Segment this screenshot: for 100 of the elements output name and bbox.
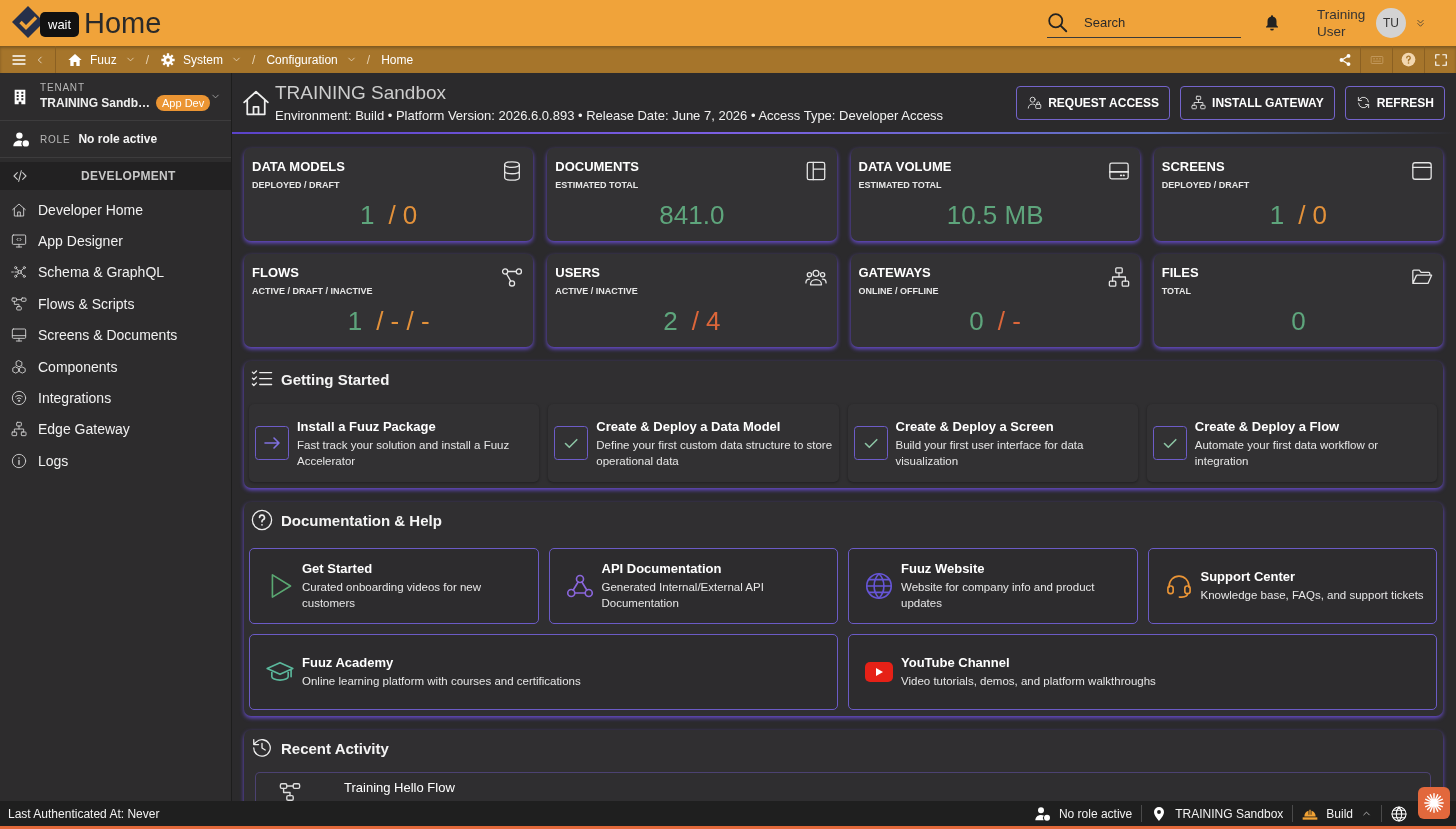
last-authenticated: Last Authenticated At: Never — [8, 806, 160, 821]
request-access-button[interactable]: REQUEST ACCESS — [1016, 85, 1171, 120]
refresh-icon — [1355, 95, 1371, 110]
help-icon[interactable] — [1401, 52, 1416, 67]
stat-value: / - / - — [376, 306, 430, 337]
nav-item[interactable]: Screens & Documents — [0, 319, 231, 351]
question-circle-icon — [251, 509, 273, 531]
stat-subtitle: ONLINE / OFFLINE — [858, 286, 939, 296]
environment-info: Environment: Build • Platform Version: 2026.6.0.893 • Release Date: June 7, 2026 • Access Type: Developer Access — [275, 108, 944, 123]
bell-icon[interactable] — [1263, 14, 1281, 32]
stat-value: / 4 — [691, 306, 721, 337]
step-card[interactable]: Create & Deploy a Flow Automate your first data workflow or integration — [1146, 404, 1437, 482]
stat-value: / - — [997, 306, 1021, 337]
panel-title: Recent Activity — [281, 739, 389, 757]
stat-subtitle: ACTIVE / INACTIVE — [555, 286, 638, 296]
page-title: Home — [84, 6, 162, 40]
info-icon — [11, 452, 27, 469]
stat-title: DATA VOLUME — [858, 159, 952, 174]
breadcrumb-link[interactable]: Home — [381, 52, 414, 67]
globe-icon[interactable] — [1391, 805, 1407, 822]
link-title: Fuuz Website — [901, 561, 985, 576]
stat-value: 1 — [1269, 200, 1285, 231]
node-graph-icon — [11, 264, 27, 281]
network-icon — [1191, 95, 1207, 110]
wifi-icon — [11, 390, 27, 407]
nav-item[interactable]: Logs — [0, 445, 231, 477]
monitor-code-icon — [11, 233, 27, 250]
step-card[interactable]: Create & Deploy a Data Model Define your first custom data structure to store operational data — [548, 404, 839, 482]
share-icon[interactable] — [1337, 52, 1352, 67]
home-icon — [11, 201, 27, 218]
help-link-card[interactable]: Fuuz Academy Online learning platform with courses and certifications — [249, 634, 838, 710]
link-description: Knowledge base, FAQs, and support tickets — [1200, 588, 1424, 603]
network-icon — [11, 421, 27, 438]
stat-value: 2 — [663, 306, 678, 337]
nav-item[interactable]: Edge Gateway — [0, 413, 231, 446]
stat-subtitle: TOTAL — [1161, 286, 1191, 296]
starburst-icon — [1423, 792, 1445, 814]
activity-item[interactable]: Training Hello Flow — [255, 772, 1431, 801]
step-title: Install a Fuuz Package — [297, 419, 436, 434]
flow-diagram-icon — [11, 295, 27, 312]
stat-subtitle: ESTIMATED TOTAL — [555, 180, 639, 190]
avatar[interactable]: TU — [1376, 8, 1406, 38]
search-icon — [1047, 12, 1068, 33]
user-badge-icon — [13, 130, 30, 148]
tooltip: wait — [40, 12, 80, 37]
stat-subtitle: DEPLOYED / DRAFT — [252, 180, 340, 190]
gear-icon — [160, 51, 177, 68]
status-role: No role active — [1058, 806, 1133, 821]
chevron-left-icon[interactable] — [35, 54, 45, 65]
stat-title: SCREENS — [1161, 159, 1225, 174]
step-title: Create & Deploy a Flow — [1194, 419, 1340, 434]
breadcrumb-separator: / — [145, 52, 150, 67]
help-link-card[interactable]: API Documentation Generated Internal/External API Documentation — [548, 548, 838, 624]
double-chevron-icon[interactable] — [1415, 17, 1426, 29]
help-link-card[interactable]: Support Center Knowledge base, FAQs, and support tickets — [1147, 548, 1437, 624]
history-icon — [251, 737, 273, 759]
breadcrumb-link[interactable]: System — [160, 51, 243, 68]
user-lock-icon — [1027, 95, 1043, 110]
nav-item[interactable]: Components — [0, 350, 231, 383]
desktop-icon — [11, 327, 27, 344]
stat-title: GATEWAYS — [858, 265, 931, 280]
stat-value: 10.5 MB — [946, 200, 1044, 231]
step-title: Create & Deploy a Data Model — [596, 419, 781, 434]
breadcrumb-link[interactable]: Fuuz — [67, 51, 136, 68]
search-field[interactable]: Search — [1047, 8, 1241, 38]
stat-title: DOCUMENTS — [555, 159, 640, 174]
floating-action-button[interactable] — [1418, 787, 1450, 819]
status-environment: Build — [1326, 806, 1353, 821]
help-link-card[interactable]: YouTube Channel Video tutorials, demos, and platform walkthroughs — [848, 634, 1437, 710]
help-link-card[interactable]: Fuuz Website Website for company info and product updates — [848, 548, 1138, 624]
step-card[interactable]: Install a Fuuz Package Fast track your solution and install a Fuuz Accelerator — [249, 404, 540, 482]
nav-item[interactable]: Schema & GraphQL — [0, 256, 231, 289]
stat-title: FLOWS — [252, 265, 299, 280]
nav-item[interactable]: Developer Home — [0, 194, 231, 226]
breadcrumb-separator: / — [252, 52, 256, 67]
link-description: Online learning platform with courses and certifications — [302, 674, 581, 689]
install-gateway-button[interactable]: INSTALL GATEWAY — [1180, 85, 1335, 120]
step-title: Create & Deploy a Screen — [895, 419, 1054, 434]
link-title: Support Center — [1200, 569, 1296, 584]
stat-value: 1 — [359, 200, 375, 231]
code-icon — [12, 168, 28, 184]
step-card[interactable]: Create & Deploy a Screen Build your first user interface for data visualization — [847, 404, 1138, 482]
fullscreen-icon[interactable] — [1433, 52, 1448, 67]
layout-icon — [804, 160, 827, 182]
network-icon — [1107, 266, 1130, 288]
breadcrumb-link[interactable]: Configuration — [266, 52, 357, 67]
stat-value: 841.0 — [659, 200, 725, 231]
tenant-title: TRAINING Sandbox — [275, 82, 447, 104]
stat-value: 1 — [347, 306, 363, 337]
help-link-card[interactable]: Get Started Curated onboarding videos for new customers — [249, 548, 539, 624]
link-title: Get Started — [302, 561, 373, 576]
breadcrumb-separator: / — [366, 52, 371, 67]
step-description: Automate your first data workflow or integration — [1194, 438, 1380, 469]
home-icon — [67, 51, 83, 68]
status-tenant: TRAINING Sandbox — [1175, 806, 1284, 821]
user-name[interactable]: Training User — [1317, 6, 1373, 40]
nav-item[interactable]: Flows & Scripts — [0, 288, 231, 320]
nav-item[interactable]: Integrations — [0, 382, 231, 414]
refresh-button[interactable]: REFRESH — [1344, 85, 1445, 120]
nav-item[interactable]: App Designer — [0, 225, 231, 257]
